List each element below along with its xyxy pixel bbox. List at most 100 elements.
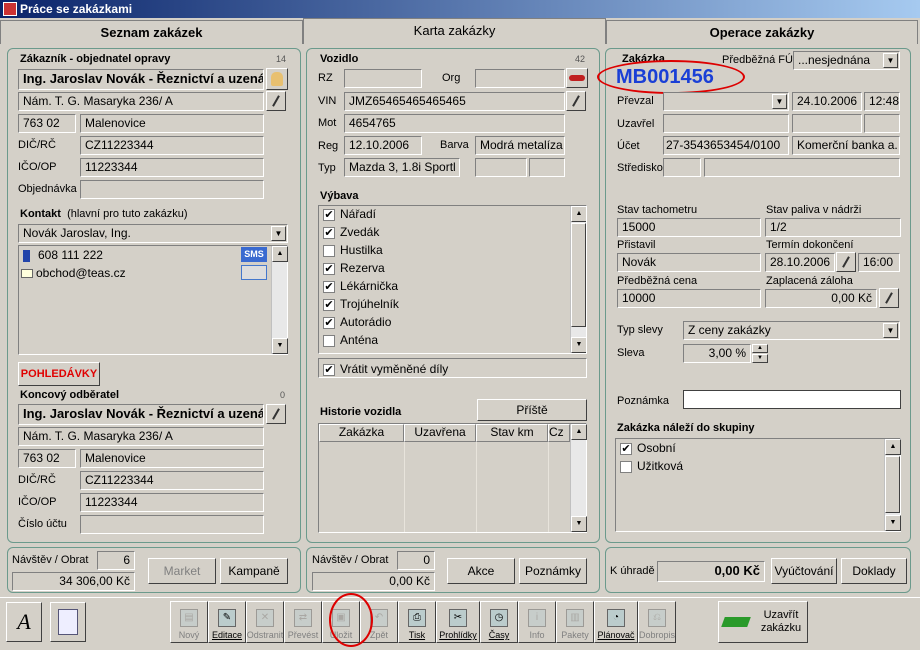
done-time[interactable]: 16:00 — [858, 253, 900, 272]
vehicle-edit-button[interactable] — [566, 91, 586, 111]
documents-button[interactable]: Doklady — [841, 558, 907, 584]
equipment-checkbox[interactable] — [323, 334, 335, 347]
settle-button[interactable]: Vyúčtování — [771, 558, 837, 584]
done-date[interactable]: 28.10.2006 — [765, 253, 835, 272]
scroll-down-icon[interactable]: ▼ — [272, 338, 288, 354]
final-zip[interactable]: 763 02 — [18, 449, 76, 468]
customer-ico[interactable]: 11223344 — [80, 158, 264, 177]
equipment-item[interactable]: ✔ Lékárnička — [319, 278, 586, 296]
equipment-item[interactable]: ✔ Autorádio — [319, 314, 586, 332]
group-checkbox[interactable] — [620, 460, 632, 473]
equipment-checkbox[interactable]: ✔ — [323, 280, 335, 293]
scroll-thumb[interactable] — [885, 456, 900, 513]
toolbar-button-6[interactable]: ⎙ Tisk — [398, 601, 436, 643]
vehicle-mot[interactable]: 4654765 — [344, 114, 565, 133]
equipment-checkbox[interactable]: ✔ — [323, 298, 335, 311]
vehicle-color[interactable]: Modrá metalíza — [475, 136, 565, 155]
equipment-checkbox[interactable] — [323, 244, 335, 257]
return-parts-row[interactable]: ✔ Vrátit vyměněné díly — [318, 358, 587, 378]
notes-button[interactable]: Poznámky — [519, 558, 587, 584]
final-street[interactable]: Nám. T. G. Masaryka 236/ A — [18, 427, 264, 446]
customer-order[interactable] — [80, 180, 264, 199]
vehicle-type[interactable]: Mazda 3, 1.8i Sportl — [344, 158, 460, 177]
actions-button[interactable]: Akce — [447, 558, 515, 584]
customer-name[interactable]: Ing. Jaroslav Novák - Řeznictví a uzenái — [18, 69, 264, 90]
groups-scrollbar[interactable]: ▲ ▼ — [884, 439, 901, 531]
equipment-item[interactable]: ✔ Trojúhelník — [319, 296, 586, 314]
group-checkbox[interactable]: ✔ — [620, 442, 632, 455]
center-name[interactable] — [704, 158, 900, 177]
final-account[interactable] — [80, 515, 264, 534]
scroll-thumb[interactable] — [571, 223, 586, 327]
contact-select[interactable]: Novák Jaroslav, Ing. ▼ — [18, 224, 288, 243]
toolbar-button-10[interactable]: ▥ Pakety — [556, 601, 594, 643]
font-a-button[interactable]: A — [6, 602, 42, 642]
market-button[interactable]: Market — [148, 558, 216, 584]
order-bank[interactable]: Komerční banka a. — [792, 136, 900, 155]
closed-by[interactable] — [663, 114, 789, 133]
equipment-checkbox[interactable]: ✔ — [323, 262, 335, 275]
toolbar-button-2[interactable]: ✕ Odstranit — [246, 601, 284, 643]
closed-time[interactable] — [864, 114, 900, 133]
deposit-edit-button[interactable] — [879, 288, 899, 308]
vehicle-extra2[interactable] — [529, 158, 565, 177]
car-button[interactable] — [566, 68, 588, 88]
col-stav-km[interactable]: Stav km — [476, 424, 548, 442]
vehicle-reg[interactable]: 12.10.2006 — [344, 136, 422, 155]
note-input[interactable] — [683, 390, 901, 409]
customer-city[interactable]: Malenovice — [80, 114, 264, 133]
toolbar-button-12[interactable]: ⎌ Dobropis — [638, 601, 676, 643]
col-cz[interactable]: Cz — [548, 424, 570, 442]
toolbar-button-8[interactable]: ◷ Časy — [480, 601, 518, 643]
discount-stepper[interactable]: ▲ ▼ — [752, 344, 768, 363]
order-account[interactable]: 27-3543653454/0100 — [663, 136, 789, 155]
scroll-up-icon[interactable]: ▲ — [272, 246, 288, 262]
claims-button[interactable]: POHLEDÁVKY — [18, 362, 100, 386]
customer-zip[interactable]: 763 02 — [18, 114, 76, 133]
col-zakazka[interactable]: Zakázka — [319, 424, 404, 442]
equipment-checkbox[interactable]: ✔ — [323, 316, 335, 329]
equipment-item[interactable]: ✔ Rezerva — [319, 260, 586, 278]
phone-row[interactable]: 608 111 222 — [23, 248, 103, 262]
deposit[interactable]: 0,00 Kč — [765, 289, 877, 308]
contact-scrollbar[interactable]: ▲ ▼ — [271, 246, 288, 354]
received-select[interactable]: ▼ — [663, 92, 789, 111]
customer-person-button[interactable] — [266, 68, 288, 90]
toolbar-button-1[interactable]: ✎ Editace — [208, 601, 246, 643]
chevron-down-icon[interactable]: ▼ — [883, 323, 898, 338]
customer-dic[interactable]: CZ11223344 — [80, 136, 264, 155]
chevron-down-icon[interactable]: ▼ — [271, 226, 286, 241]
sms-button[interactable]: SMS — [241, 247, 267, 262]
close-order-button[interactable]: Uzavřít zakázku — [718, 601, 808, 643]
scroll-up-icon[interactable]: ▲ — [885, 439, 901, 455]
equipment-checkbox[interactable]: ✔ — [323, 208, 335, 221]
chevron-down-icon[interactable]: ▼ — [772, 94, 787, 109]
group-item[interactable]: ✔ Osobní — [616, 439, 900, 457]
prelim-price[interactable]: 10000 — [617, 289, 761, 308]
final-city[interactable]: Malenovice — [80, 449, 264, 468]
email-row[interactable]: obchod@teas.cz — [21, 266, 126, 280]
send-email-icon[interactable] — [241, 265, 267, 280]
scroll-up-icon[interactable]: ▲ — [571, 424, 587, 440]
equipment-scrollbar[interactable]: ▲ ▼ — [570, 206, 586, 353]
toolbar-button-9[interactable]: i Info — [518, 601, 556, 643]
final-dic[interactable]: CZ11223344 — [80, 471, 264, 490]
toolbar-button-11[interactable]: ◔ Plánovač — [594, 601, 638, 643]
equipment-item[interactable]: ✔ Zvedák — [319, 224, 586, 242]
next-button[interactable]: Příště — [477, 399, 587, 421]
toolbar-button-3[interactable]: ⇄ Převést — [284, 601, 322, 643]
discount[interactable]: 3,00 % — [683, 344, 751, 363]
col-uzavrena[interactable]: Uzavřena — [404, 424, 476, 442]
final-name[interactable]: Ing. Jaroslav Novák - Řeznictví a uzenái — [18, 404, 264, 425]
campaigns-button[interactable]: Kampaně — [220, 558, 288, 584]
final-ico[interactable]: 11223344 — [80, 493, 264, 512]
equipment-item[interactable]: Hustilka — [319, 242, 586, 260]
equipment-item[interactable]: ✔ Nářadí — [319, 206, 586, 224]
toolbar-button-0[interactable]: ▤ Nový — [170, 601, 208, 643]
odometer[interactable]: 15000 — [617, 218, 761, 237]
customer-edit-button[interactable] — [266, 91, 286, 111]
scroll-up-icon[interactable]: ▲ — [571, 206, 586, 222]
disc-type-select[interactable]: Z ceny zakázky ▼ — [683, 321, 900, 340]
stepper-up-icon[interactable]: ▲ — [752, 344, 768, 353]
vehicle-extra1[interactable] — [475, 158, 527, 177]
